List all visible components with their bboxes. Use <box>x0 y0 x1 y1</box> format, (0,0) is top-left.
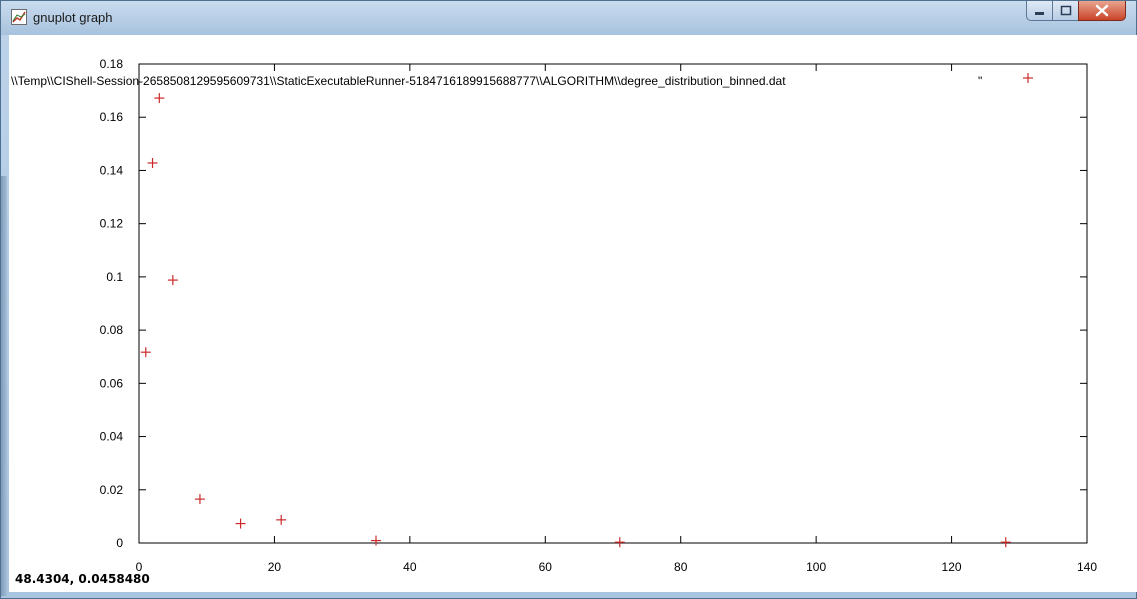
scatter-chart: 0 20 40 60 80 100 120 140 00.020.040.060.080.10… <box>11 57 1097 574</box>
gnuplot-window: gnuplot graph 0 20 40 60 80 100 120 140 0 0.02 0.… <box>0 0 1137 599</box>
data-point <box>140 347 151 358</box>
plot-area[interactable]: 0 20 40 60 80 100 120 140 0 0.02 0.04 0.06 0.08 0.1 0… <box>9 35 1137 592</box>
x-tick-label: 140 <box>1077 560 1097 574</box>
close-button[interactable] <box>1078 1 1126 21</box>
y-tick-label: 0.1 <box>106 270 123 284</box>
title-bar[interactable]: gnuplot graph <box>1 1 1136 35</box>
data-point <box>194 494 205 505</box>
legend-marker <box>1023 73 1033 83</box>
gnuplot-graph-icon <box>11 9 27 25</box>
x-tick-label: 20 <box>268 560 282 574</box>
window-title: gnuplot graph <box>33 10 113 25</box>
y-tick-label: 0.14 <box>100 163 124 177</box>
minimize-button[interactable] <box>1026 1 1053 21</box>
x-tick-label: 120 <box>942 560 962 574</box>
x-tick-label: 60 <box>539 560 553 574</box>
data-point <box>147 157 158 168</box>
data-point <box>276 514 287 525</box>
maximize-button[interactable] <box>1052 1 1079 21</box>
y-tick-label: 0.16 <box>100 110 124 124</box>
window-left-edge <box>1 176 7 596</box>
y-tick-label: 0.08 <box>100 323 124 337</box>
y-tick-label: 0.04 <box>100 430 124 444</box>
data-point <box>614 537 625 548</box>
plot-border <box>138 63 1088 544</box>
close-icon <box>1095 4 1109 17</box>
legend-quote: " <box>978 74 982 88</box>
data-point <box>1000 537 1011 548</box>
data-point <box>235 518 246 529</box>
y-tick-label: 0.12 <box>100 217 124 231</box>
x-tick-label: 80 <box>674 560 688 574</box>
y-tick-label: 0 <box>116 536 123 550</box>
maximize-icon <box>1060 5 1072 16</box>
y-tick-label: 0.06 <box>100 376 124 390</box>
data-point <box>154 93 165 104</box>
data-point <box>167 275 178 286</box>
legend-label: \\Temp\\CIShell-Session-2658508129595609… <box>11 74 786 88</box>
x-tick-label: 40 <box>403 560 417 574</box>
y-tick-label: 0.18 <box>100 57 124 71</box>
x-tick-label: 100 <box>806 560 826 574</box>
mouse-coordinates-readout: 48.4304, 0.0458480 <box>13 572 152 586</box>
minimize-icon <box>1035 12 1044 15</box>
data-point <box>371 535 381 546</box>
y-tick-label: 0.02 <box>100 483 124 497</box>
